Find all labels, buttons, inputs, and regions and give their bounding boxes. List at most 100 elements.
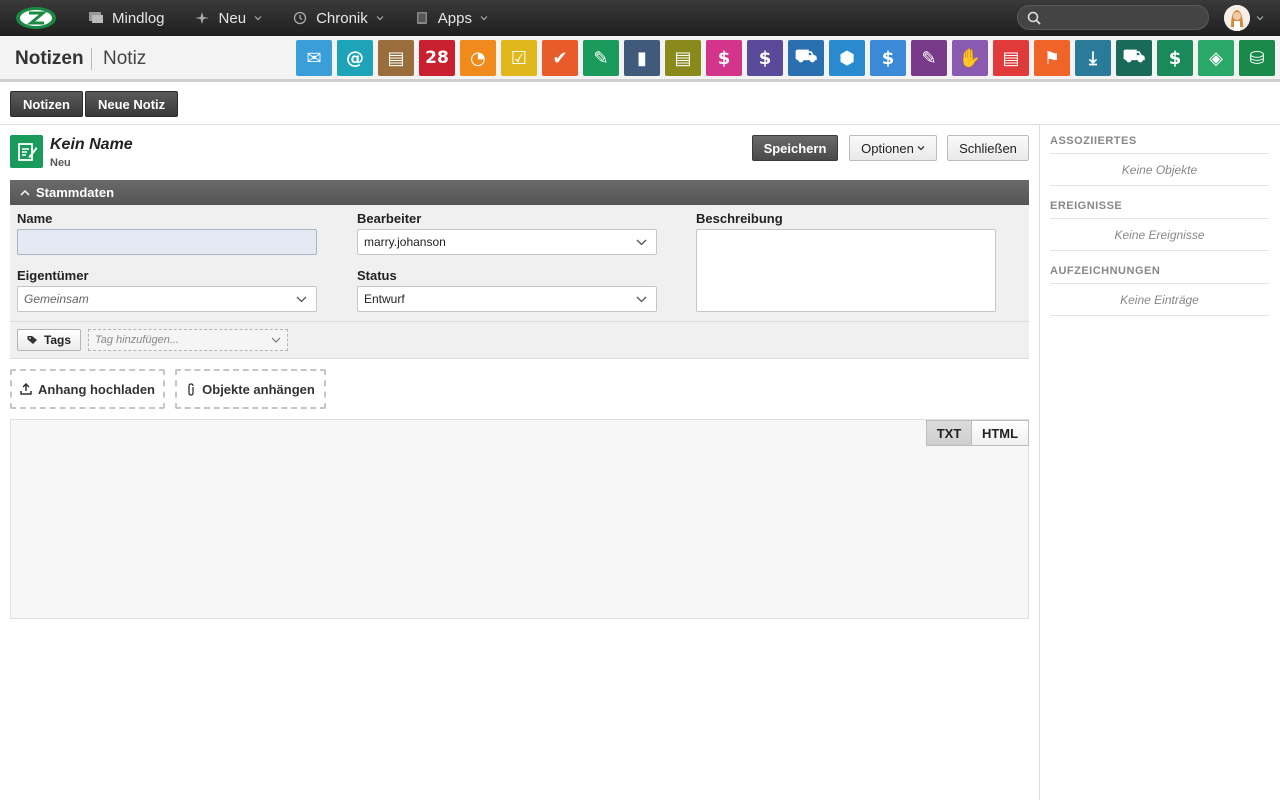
global-search-input[interactable] — [1017, 5, 1209, 30]
attach-objects-label: Objekte anhängen — [202, 381, 315, 397]
section-title: Stammdaten — [36, 185, 115, 200]
nav-mindlog[interactable]: Mindlog — [88, 0, 165, 36]
chevron-down-icon — [254, 16, 262, 21]
notes-app-icon[interactable]: ✎ — [583, 40, 619, 76]
assignee-label: Bearbeiter — [357, 211, 422, 226]
database-glyph-icon: ⛁ — [1249, 47, 1265, 69]
associated-heading: ASSOZIIERTES — [1050, 135, 1269, 154]
downloads-app-icon[interactable]: ⤓ — [1075, 40, 1111, 76]
finance-app-icon[interactable]: $ — [747, 40, 783, 76]
support-app-icon[interactable]: ⬢ — [829, 40, 865, 76]
sales-app-icon[interactable]: $ — [706, 40, 742, 76]
sparkle-icon — [194, 12, 209, 24]
user-avatar[interactable] — [1224, 5, 1250, 31]
campaigns-app-icon[interactable]: ⚑ — [1034, 40, 1070, 76]
options-button[interactable]: Optionen — [849, 135, 937, 161]
tags-button[interactable]: Tags — [17, 329, 81, 351]
addressbook-glyph-icon: ▤ — [387, 47, 405, 69]
status-label: Status — [357, 268, 397, 283]
payments-app-icon[interactable]: $ — [1157, 40, 1193, 76]
upload-icon — [20, 383, 32, 395]
status-value: Entwurf — [364, 292, 405, 306]
title-divider — [91, 48, 92, 70]
tag-add-input[interactable]: Tag hinzufügen... — [88, 329, 288, 351]
nav-mindlog-label: Mindlog — [112, 9, 165, 27]
contracts-app-icon[interactable]: ✎ — [911, 40, 947, 76]
name-field[interactable] — [17, 229, 317, 255]
app-logo[interactable] — [14, 4, 58, 32]
top-navigation-bar: Mindlog Neu Chronik Apps — [0, 0, 1280, 36]
projects-app-icon[interactable]: ✔ — [542, 40, 578, 76]
nav-neu[interactable]: Neu — [194, 0, 263, 36]
budget-app-icon[interactable]: $ — [870, 40, 906, 76]
page-title: Notiz — [103, 48, 147, 69]
delivery-app-icon[interactable]: ⛟ — [788, 40, 824, 76]
description-textarea[interactable] — [696, 229, 996, 312]
tasks-app-icon[interactable]: ☑ — [501, 40, 537, 76]
status-select[interactable]: Entwurf — [357, 286, 657, 312]
note-record-icon — [10, 135, 43, 168]
owner-select[interactable]: Gemeinsam — [17, 286, 317, 312]
records-heading: AUFZEICHNUNGEN — [1050, 265, 1269, 284]
budget-glyph-icon: $ — [881, 47, 895, 69]
invoices-app-icon[interactable]: ▤ — [993, 40, 1029, 76]
email-app-icon[interactable]: ✉ — [296, 40, 332, 76]
shop-app-icon[interactable]: ⛟ — [1116, 40, 1152, 76]
shop-glyph-icon: ⛟ — [1122, 46, 1146, 67]
pricing-app-icon[interactable]: ◈ — [1198, 40, 1234, 76]
history-icon — [293, 11, 307, 25]
pricing-glyph-icon: ◈ — [1209, 47, 1223, 69]
record-status-subtitle: Neu — [50, 157, 71, 169]
related-info-panel: ASSOZIIERTES Keine Objekte EREIGNISSE Ke… — [1039, 125, 1280, 800]
partners-glyph-icon: ✋ — [958, 47, 982, 69]
records-empty: Keine Einträge — [1050, 284, 1269, 316]
nav-neu-label: Neu — [218, 9, 247, 27]
nav-apps[interactable]: Apps — [414, 0, 488, 36]
delivery-glyph-icon: ⛟ — [794, 46, 818, 67]
save-button[interactable]: Speichern — [752, 135, 838, 161]
chevron-up-icon — [20, 189, 30, 196]
note-content-editor[interactable]: TXT HTML — [10, 419, 1029, 619]
close-button[interactable]: Schließen — [947, 135, 1029, 161]
new-note-button[interactable]: Neue Notiz — [85, 91, 179, 117]
tab-txt[interactable]: TXT — [926, 420, 972, 446]
module-title[interactable]: Notizen — [15, 48, 84, 70]
contacts-glyph-icon: @ — [346, 47, 364, 69]
bookmark-app-icon[interactable]: ▮ — [624, 40, 660, 76]
record-title: Kein Name — [50, 136, 133, 153]
timer-app-icon[interactable]: ◔ — [460, 40, 496, 76]
contacts-app-icon[interactable]: @ — [337, 40, 373, 76]
calendar-glyph-icon: 28 — [425, 48, 449, 68]
documents-glyph-icon: ▤ — [674, 47, 692, 69]
assignee-select[interactable]: marry.johanson — [357, 229, 657, 255]
chevron-down-icon[interactable] — [1256, 14, 1264, 22]
tasks-glyph-icon: ☑ — [510, 47, 528, 69]
nav-chronik-label: Chronik — [316, 9, 368, 27]
tab-html[interactable]: HTML — [971, 420, 1029, 446]
email-glyph-icon: ✉ — [306, 47, 322, 69]
attach-objects-button[interactable]: Objekte anhängen — [175, 369, 326, 409]
documents-app-icon[interactable]: ▤ — [665, 40, 701, 76]
module-header: Notizen Notiz ✉ @ ▤ 28 ◔ ☑ ✔ ✎ ▮ ▤ $ $ ⛟ ⬢ $ ✎ ✋ ▤ ⚑ ⤓ ⛟ $ ◈ ⛁ — [0, 36, 1280, 82]
chevron-down-icon — [376, 16, 384, 21]
chevron-down-icon — [917, 146, 925, 151]
monitor-icon — [89, 12, 103, 23]
master-data-section-header[interactable]: Stammdaten — [10, 180, 1029, 205]
master-data-form: Name Bearbeiter marry.johanson Beschreib… — [10, 205, 1029, 321]
events-empty: Keine Ereignisse — [1050, 219, 1269, 251]
sales-glyph-icon: $ — [717, 47, 731, 69]
chevron-down-icon — [296, 296, 307, 303]
nav-chronik[interactable]: Chronik — [292, 0, 384, 36]
options-button-label: Optionen — [861, 140, 914, 156]
assignee-value: marry.johanson — [364, 235, 446, 249]
addressbook-app-icon[interactable]: ▤ — [378, 40, 414, 76]
paperclip-icon — [188, 382, 194, 396]
calendar-app-icon[interactable]: 28 — [419, 40, 455, 76]
chevron-down-icon — [480, 16, 488, 21]
partners-app-icon[interactable]: ✋ — [952, 40, 988, 76]
database-app-icon[interactable]: ⛁ — [1239, 40, 1275, 76]
tag-add-placeholder: Tag hinzufügen... — [95, 334, 179, 346]
notes-list-button[interactable]: Notizen — [10, 91, 83, 117]
associated-empty: Keine Objekte — [1050, 154, 1269, 186]
upload-attachment-button[interactable]: Anhang hochladen — [10, 369, 165, 409]
